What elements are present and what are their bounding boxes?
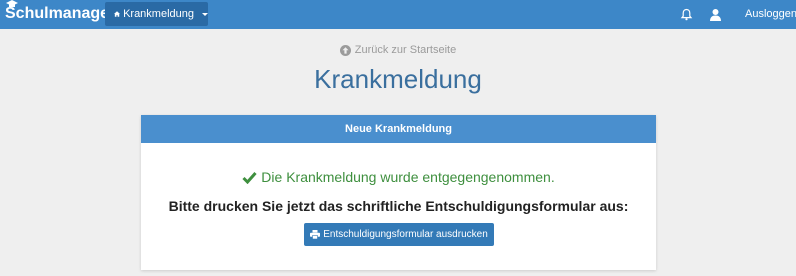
success-message: Die Krankmeldung wurde entgegengenommen. — [141, 168, 656, 186]
printer-icon — [310, 230, 321, 239]
sick-note-panel: Neue Krankmeldung Die Krankmeldung wurde… — [141, 115, 656, 270]
arrow-circle-left-icon — [339, 44, 351, 56]
brand-name: Schulmanager — [5, 5, 116, 22]
home-icon — [114, 11, 121, 17]
panel-heading: Neue Krankmeldung — [141, 115, 656, 143]
back-link-label: Zurück zur Startseite — [354, 44, 457, 56]
top-navbar: Schulmanager Krankmeldung Ausloggen — [0, 0, 796, 29]
module-dropdown[interactable]: Krankmeldung — [105, 2, 208, 26]
print-button-label: Entschuldigungsformular ausdrucken — [323, 229, 488, 240]
page-title: Krankmeldung — [314, 64, 482, 94]
success-message-text: Die Krankmeldung wurde entgegengenommen. — [261, 169, 555, 185]
print-instruction: Bitte drucken Sie jetzt das schriftliche… — [168, 198, 629, 214]
bell-icon[interactable] — [680, 8, 693, 21]
print-form-button[interactable]: Entschuldigungsformular ausdrucken — [304, 223, 494, 246]
graduation-cap-icon — [6, 0, 18, 7]
back-to-home-link[interactable]: Zurück zur Startseite — [0, 43, 796, 57]
user-icon[interactable] — [709, 8, 722, 21]
brand-logo[interactable]: Schulmanager — [5, 0, 116, 24]
logout-link[interactable]: Ausloggen — [745, 8, 796, 21]
checkmark-icon — [242, 171, 257, 184]
caret-down-icon — [202, 12, 208, 16]
module-dropdown-label: Krankmeldung — [123, 8, 194, 20]
